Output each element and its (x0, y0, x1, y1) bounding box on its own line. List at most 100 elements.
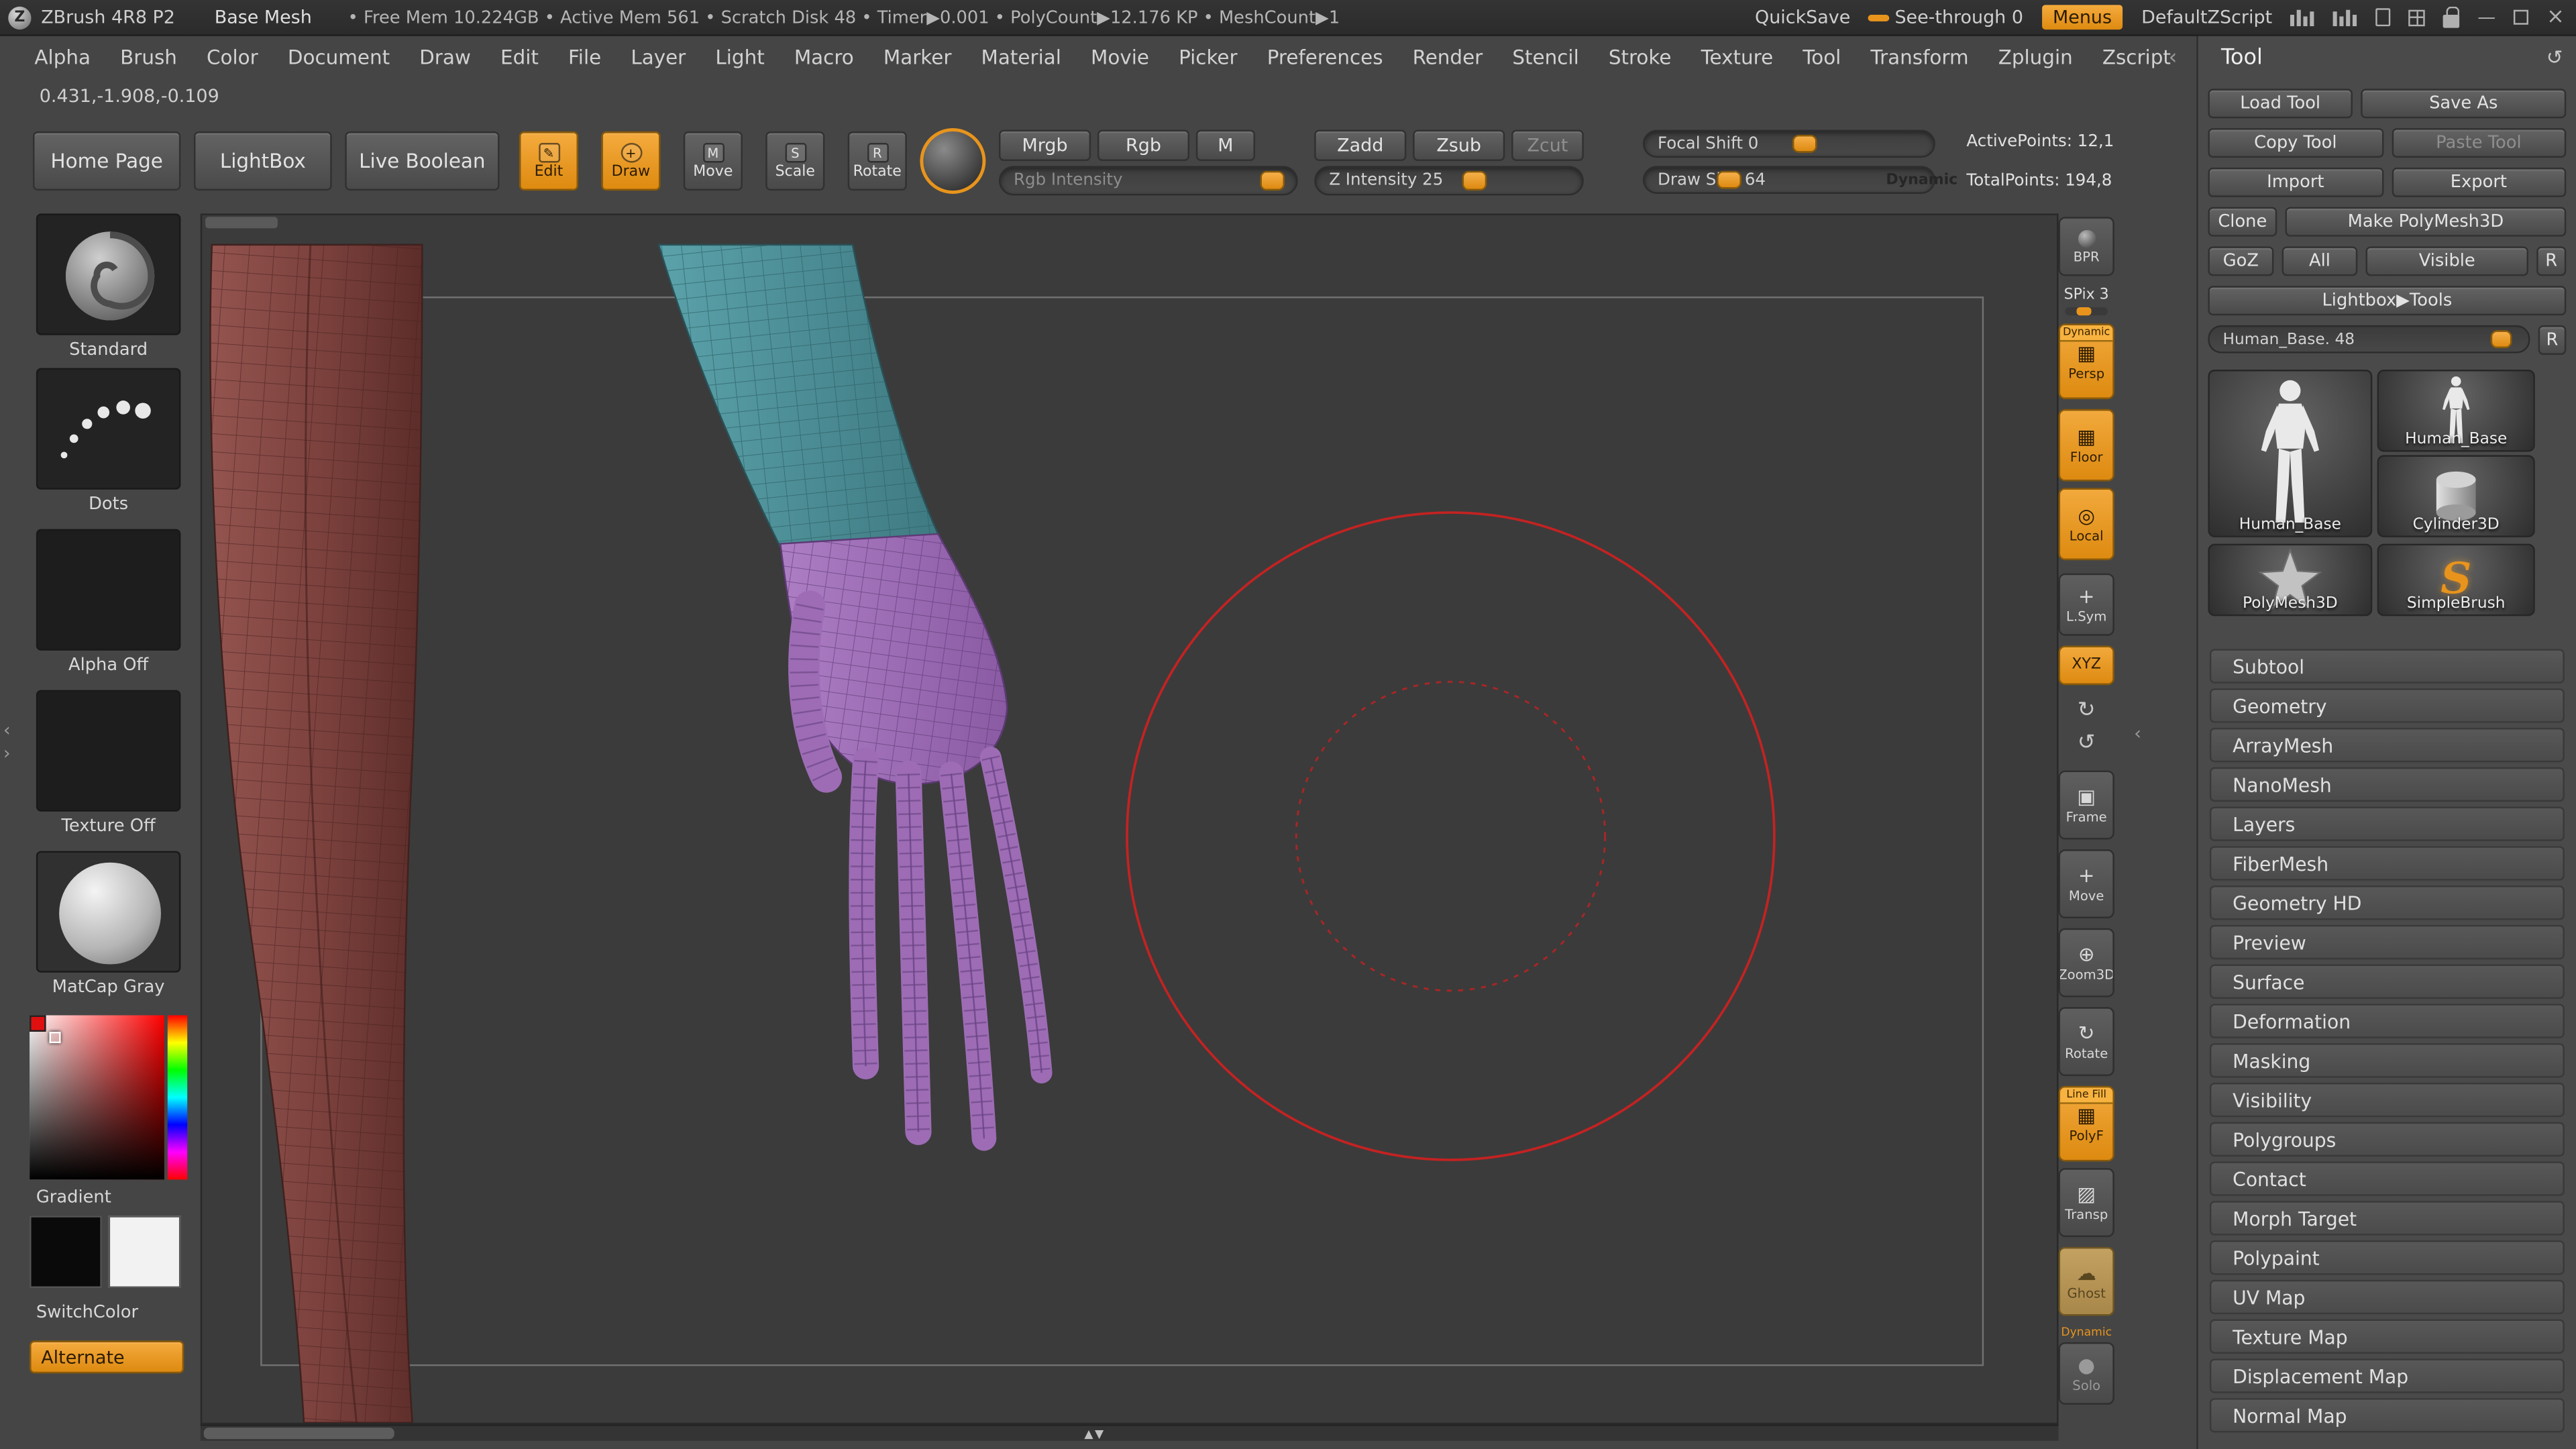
tool-quick-pick-slider[interactable]: Human_Base. 48 (2208, 325, 2530, 354)
focal-shift-slider[interactable]: Focal Shift 0 (1642, 129, 1935, 158)
activity-bars-icon[interactable] (2290, 8, 2315, 27)
recent-tool-human-base[interactable]: Human_Base (2377, 370, 2535, 452)
grid-icon[interactable] (2408, 9, 2425, 25)
close-button[interactable]: × (2546, 5, 2565, 30)
m-button[interactable]: M (1195, 129, 1256, 162)
restore-configuration-icon[interactable]: ↺ (2546, 46, 2563, 69)
left-tray-collapse-arrow[interactable]: ‹ (3, 720, 11, 741)
goz-visible-button[interactable]: Visible (2365, 246, 2528, 276)
see-through-slider[interactable]: See-through 0 (1868, 7, 2023, 28)
menu-item[interactable]: Movie (1076, 46, 1164, 69)
lock-icon[interactable] (2443, 5, 2460, 28)
live-boolean-button[interactable]: Live Boolean (345, 131, 500, 191)
canvas-horizontal-scrollbar[interactable]: ▲▼ (200, 1424, 2059, 1441)
menu-item[interactable]: Render (1398, 46, 1498, 69)
recent-tool-polymesh3d[interactable]: PolyMesh3D (2208, 543, 2373, 616)
main-color-swatch[interactable] (30, 1216, 102, 1289)
mrgb-button[interactable]: Mrgb (998, 129, 1091, 162)
activity-bars-icon-2[interactable] (2332, 8, 2358, 27)
menu-item[interactable]: Marker (869, 46, 967, 69)
tool-section-header[interactable]: Visibility (2209, 1082, 2565, 1118)
goz-r-button[interactable]: R (2536, 246, 2567, 276)
material-selector[interactable]: MatCap Gray (30, 851, 187, 998)
polyframe-button[interactable]: Line Fill ▦ PolyF (2058, 1085, 2114, 1162)
menu-item[interactable]: Texture (1686, 46, 1788, 69)
menu-item[interactable]: File (553, 46, 616, 69)
menu-item[interactable]: Edit (486, 46, 553, 69)
rotate-view-button[interactable]: ↻ Rotate (2058, 1007, 2114, 1077)
import-button[interactable]: Import (2208, 167, 2383, 197)
menu-item[interactable]: Transform (1856, 46, 1983, 69)
menu-item[interactable]: Zplugin (1984, 46, 2088, 69)
panel-divider-bracket[interactable]: ‹ (2169, 46, 2178, 71)
texture-thumbnail[interactable] (36, 690, 181, 812)
restore-button[interactable] (2514, 9, 2529, 25)
zsub-button[interactable]: Zsub (1413, 129, 1505, 162)
rgb-intensity-handle[interactable] (1260, 170, 1286, 191)
tool-section-header[interactable]: Polygroups (2209, 1122, 2565, 1157)
spin-clockwise-icon[interactable]: ↻ (2059, 698, 2114, 724)
menu-item[interactable]: Draw (405, 46, 486, 69)
clone-button[interactable]: Clone (2208, 207, 2277, 237)
rgb-button[interactable]: Rgb (1097, 129, 1190, 162)
move-button[interactable]: M Move (683, 131, 743, 191)
save-as-button[interactable]: Save As (2361, 89, 2567, 119)
tool-section-header[interactable]: FiberMesh (2209, 846, 2565, 881)
scale-button[interactable]: S Scale (765, 131, 825, 191)
menu-item[interactable]: Preferences (1252, 46, 1398, 69)
paste-tool-button[interactable]: Paste Tool (2391, 128, 2567, 158)
bpr-button[interactable]: BPR (2058, 217, 2114, 276)
perspective-button[interactable]: Dynamic ▦ Persp (2058, 323, 2114, 400)
menu-item[interactable]: Tool (1788, 46, 1856, 69)
default-zscript-button[interactable]: DefaultZScript (2141, 7, 2272, 28)
current-brush-selector[interactable]: Standard (30, 213, 187, 360)
menus-button[interactable]: Menus (2041, 5, 2124, 30)
export-button[interactable]: Export (2391, 167, 2567, 197)
color-picker[interactable] (30, 1015, 188, 1180)
draw-button[interactable]: + Draw (601, 131, 661, 191)
zbrush-logo-icon[interactable]: Z (8, 5, 32, 29)
tool-section-header[interactable]: Preview (2209, 924, 2565, 960)
brush-thumbnail[interactable] (36, 213, 181, 335)
local-button[interactable]: ◎ Local (2058, 488, 2114, 561)
tool-panel-header[interactable]: Tool ↺ (2198, 36, 2576, 79)
z-intensity-slider[interactable]: Z Intensity 25 (1314, 166, 1584, 196)
solo-button[interactable]: ● Solo (2058, 1342, 2114, 1405)
ghost-button[interactable]: ☁ Ghost (2058, 1246, 2114, 1316)
alternate-button[interactable]: Alternate (30, 1340, 184, 1374)
tool-section-header[interactable]: Deformation (2209, 1004, 2565, 1038)
home-page-button[interactable]: Home Page (32, 131, 181, 191)
texture-selector[interactable]: Texture Off (30, 690, 187, 837)
lightbox-tools-button[interactable]: Lightbox▶Tools (2208, 286, 2567, 316)
stroke-thumbnail[interactable] (36, 368, 181, 490)
tool-section-header[interactable]: NanoMesh (2209, 767, 2565, 802)
spix-slider[interactable]: SPix 3 (2064, 288, 2109, 316)
zadd-button[interactable]: Zadd (1314, 129, 1407, 162)
transparency-button[interactable]: ▨ Transp (2058, 1168, 2114, 1238)
tool-section-header[interactable]: Subtool (2209, 649, 2565, 684)
minimize-button[interactable]: — (2477, 7, 2496, 28)
spin-counterclockwise-icon[interactable]: ↺ (2059, 731, 2114, 757)
menu-item[interactable]: Stencil (1497, 46, 1593, 69)
tool-section-header[interactable]: Layers (2209, 806, 2565, 841)
menu-item[interactable]: Layer (616, 46, 700, 69)
tool-section-header[interactable]: Displacement Map (2209, 1358, 2565, 1393)
active-tool-thumbnail[interactable]: Human_Base (2208, 370, 2373, 537)
material-preview-sphere[interactable] (920, 128, 986, 194)
tool-section-header[interactable]: Surface (2209, 964, 2565, 999)
tool-section-header[interactable]: Polypaint (2209, 1240, 2565, 1275)
menu-item[interactable]: Stroke (1594, 46, 1686, 69)
canvas-top-scroll-nub[interactable] (205, 217, 278, 229)
spix-handle[interactable] (2077, 307, 2092, 316)
color-picker-marker[interactable] (49, 1031, 61, 1044)
rotate-button[interactable]: R Rotate (847, 131, 907, 191)
viewport-canvas[interactable] (200, 213, 2059, 1425)
xyz-button[interactable]: XYZ (2058, 645, 2114, 686)
focal-shift-handle[interactable] (1792, 134, 1817, 153)
z-intensity-handle[interactable] (1462, 170, 1487, 191)
menu-item[interactable]: Picker (1164, 46, 1252, 69)
material-thumbnail[interactable] (36, 851, 181, 973)
tool-section-header[interactable]: Contact (2209, 1161, 2565, 1196)
tool-section-header[interactable]: Geometry (2209, 688, 2565, 723)
menu-item[interactable]: Color (192, 46, 273, 69)
